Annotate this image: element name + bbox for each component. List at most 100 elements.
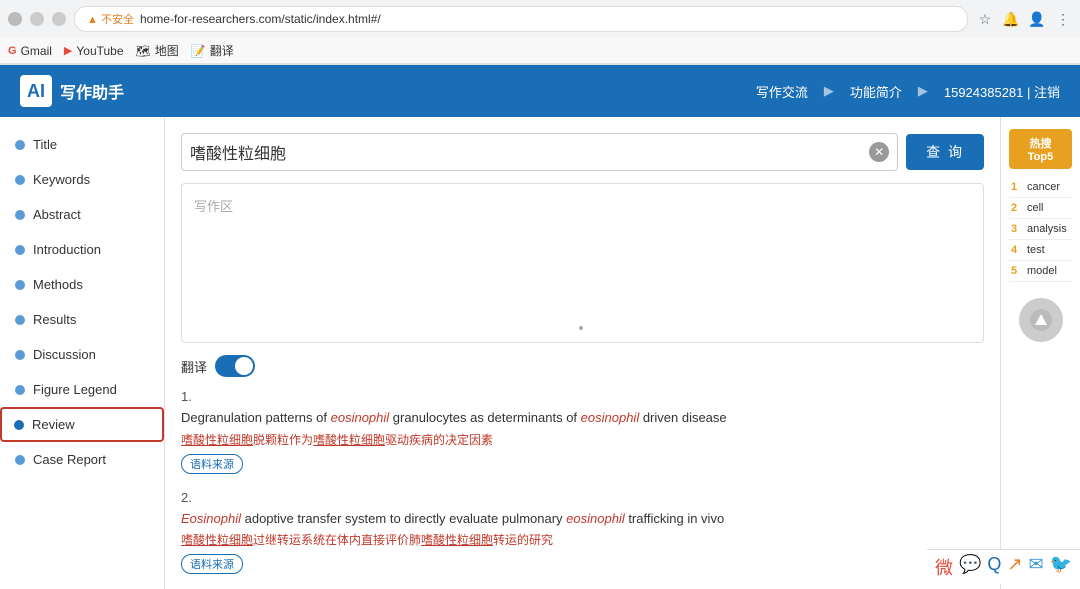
browser-back-btn[interactable] — [8, 12, 22, 26]
bookmark-gmail[interactable]: G Gmail — [8, 44, 52, 58]
sidebar-item-figure-legend[interactable]: Figure Legend — [0, 372, 164, 407]
bottom-social-bar: 微 💬 Q ↗ ✉ 🐦 — [927, 549, 1080, 584]
top5-rank-1: 1 — [1011, 181, 1023, 193]
header-nav: 写作交流 ▶ 功能简介 ▶ 15924385281 | 注销 — [756, 82, 1060, 101]
result-number-2: 2. — [181, 490, 984, 505]
sidebar: Title Keywords Abstract Introduction Met… — [0, 117, 165, 589]
hot-top5-label: 热搜 Top5 — [1009, 129, 1072, 169]
sidebar-label-title: Title — [33, 137, 57, 152]
browser-toolbar: ▲ 不安全 home-for-researchers.com/static/in… — [0, 0, 1080, 38]
sidebar-label-keywords: Keywords — [33, 172, 90, 187]
result-title-2: Eosinophil adoptive transfer system to d… — [181, 509, 984, 529]
nav-features[interactable]: 功能简介 — [850, 82, 902, 101]
search-input-wrapper: 嗜酸性粒细胞 ✕ — [181, 133, 898, 171]
top5-text-4: test — [1027, 244, 1045, 256]
translate-toggle[interactable] — [215, 355, 255, 377]
app-container: AI 写作助手 写作交流 ▶ 功能简介 ▶ 15924385281 | 注销 T… — [0, 65, 1080, 589]
source-badge-2[interactable]: 语料来源 — [181, 554, 243, 574]
security-warning: ▲ 不安全 — [87, 11, 134, 27]
browser-forward-btn[interactable] — [30, 12, 44, 26]
sidebar-dot-figure-legend — [15, 385, 25, 395]
result-translation-1-em1: 嗜酸性粒细胞 — [181, 433, 253, 447]
result-title-2-em2: eosinophil — [566, 511, 625, 526]
sidebar-label-abstract: Abstract — [33, 207, 81, 222]
qq-icon[interactable]: Q — [987, 554, 1001, 580]
main-content: Title Keywords Abstract Introduction Met… — [0, 117, 1080, 589]
address-text: home-for-researchers.com/static/index.ht… — [140, 12, 381, 26]
browser-refresh-btn[interactable] — [52, 12, 66, 26]
source-badge-1[interactable]: 语料来源 — [181, 454, 243, 474]
share-icon[interactable]: ↗ — [1007, 554, 1022, 580]
sidebar-dot-title — [15, 140, 25, 150]
bookmark-translate[interactable]: 📝 翻译 — [191, 42, 234, 59]
top5-text-3: analysis — [1027, 223, 1067, 235]
sidebar-label-case-report: Case Report — [33, 452, 106, 467]
bookmark-youtube[interactable]: ▶ YouTube — [64, 44, 124, 58]
address-bar[interactable]: ▲ 不安全 home-for-researchers.com/static/in… — [74, 6, 968, 32]
sidebar-dot-results — [15, 315, 25, 325]
nav-sep-2: ▶ — [918, 83, 928, 99]
top5-item-2[interactable]: 2 cell — [1009, 198, 1072, 219]
sidebar-item-title[interactable]: Title — [0, 127, 164, 162]
top5-item-1[interactable]: 1 cancer — [1009, 177, 1072, 198]
result-translation-2-part2: 转运的研究 — [493, 533, 553, 547]
sidebar-dot-review — [14, 420, 24, 430]
maps-icon: 🗺 — [136, 44, 151, 58]
translate-icon-bookmark: 📝 — [191, 44, 206, 58]
result-title-1-part1: Degranulation patterns of — [181, 410, 331, 425]
result-title-1-em2: eosinophil — [581, 410, 640, 425]
logo-icon: AI — [20, 75, 52, 107]
header-logo: AI 写作助手 — [20, 75, 124, 107]
nav-writing-exchange[interactable]: 写作交流 — [756, 82, 808, 101]
sidebar-item-methods[interactable]: Methods — [0, 267, 164, 302]
gmail-icon: G — [8, 45, 17, 57]
sidebar-dot-keywords — [15, 175, 25, 185]
sidebar-item-abstract[interactable]: Abstract — [0, 197, 164, 232]
star-icon[interactable]: ☆ — [976, 10, 994, 28]
wechat-icon[interactable]: 💬 — [959, 554, 981, 580]
sidebar-label-figure-legend: Figure Legend — [33, 382, 117, 397]
sidebar-item-review[interactable]: Review — [0, 407, 164, 442]
bookmark-youtube-label: YouTube — [76, 44, 123, 58]
result-translation-1-part2: 驱动疾病的决定因素 — [385, 433, 493, 447]
top5-text-5: model — [1027, 265, 1057, 277]
top5-item-5[interactable]: 5 model — [1009, 261, 1072, 282]
sidebar-dot-introduction — [15, 245, 25, 255]
sidebar-item-introduction[interactable]: Introduction — [0, 232, 164, 267]
result-item-1: 1. Degranulation patterns of eosinophil … — [181, 389, 984, 474]
email-icon[interactable]: ✉ — [1028, 554, 1043, 580]
weibo-icon[interactable]: 微 — [935, 554, 953, 580]
sidebar-item-results[interactable]: Results — [0, 302, 164, 337]
result-translation-2: 嗜酸性粒细胞过继转运系统在体内直接评价肺嗜酸性粒细胞转运的研究 — [181, 531, 984, 549]
nav-account[interactable]: 15924385281 | 注销 — [944, 82, 1060, 101]
result-translation-2-em1: 嗜酸性粒细胞 — [181, 533, 253, 547]
profile-icon[interactable]: 👤 — [1028, 10, 1046, 28]
result-title-2-part1: adoptive transfer system to directly eva… — [241, 511, 566, 526]
sidebar-label-results: Results — [33, 312, 76, 327]
sidebar-label-discussion: Discussion — [33, 347, 96, 362]
bookmarks-bar: G Gmail ▶ YouTube 🗺 地图 📝 翻译 — [0, 38, 1080, 64]
top5-text-2: cell — [1027, 202, 1044, 214]
sidebar-dot-discussion — [15, 350, 25, 360]
result-translation-2-em2: 嗜酸性粒细胞 — [421, 533, 493, 547]
bookmark-translate-label: 翻译 — [210, 42, 234, 59]
writing-area[interactable]: 写作区 — [181, 183, 984, 343]
search-button[interactable]: 查 询 — [906, 134, 984, 170]
sidebar-item-case-report[interactable]: Case Report — [0, 442, 164, 477]
top5-item-3[interactable]: 3 analysis — [1009, 219, 1072, 240]
scroll-up-icon — [1030, 309, 1052, 331]
sidebar-item-keywords[interactable]: Keywords — [0, 162, 164, 197]
top5-rank-5: 5 — [1011, 265, 1023, 277]
search-clear-btn[interactable]: ✕ — [869, 142, 889, 162]
result-translation-1: 嗜酸性粒细胞脱颗粒作为嗜酸性粒细胞驱动疾病的决定因素 — [181, 431, 984, 449]
top5-item-4[interactable]: 4 test — [1009, 240, 1072, 261]
menu-icon[interactable]: ⋮ — [1054, 10, 1072, 28]
browser-chrome: ▲ 不安全 home-for-researchers.com/static/in… — [0, 0, 1080, 65]
translate-row: 翻译 — [181, 355, 984, 377]
sidebar-item-discussion[interactable]: Discussion — [0, 337, 164, 372]
writing-placeholder: 写作区 — [194, 199, 233, 214]
twitter-icon[interactable]: 🐦 — [1050, 554, 1072, 580]
bookmark-maps[interactable]: 🗺 地图 — [136, 42, 179, 59]
scroll-up-button[interactable] — [1019, 298, 1063, 342]
bell-icon[interactable]: 🔔 — [1002, 10, 1020, 28]
